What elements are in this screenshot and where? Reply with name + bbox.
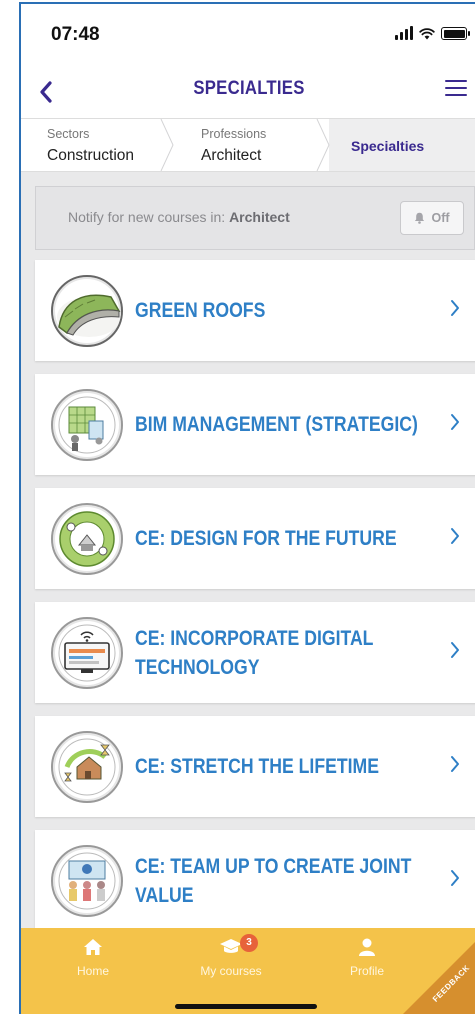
list-item-bim-management[interactable]: BIM MANAGEMENT (STRATEGIC) — [35, 374, 475, 475]
list-item-team-up-to-create-joint-value[interactable]: CE: TEAM UP TO CREATE JOINT VALUE — [35, 830, 475, 931]
breadcrumb-separator-icon — [160, 119, 174, 171]
specialty-title: CE: TEAM UP TO CREATE JOINT VALUE — [135, 855, 412, 907]
user-icon — [359, 938, 375, 956]
breadcrumb-caption: Professions — [201, 127, 267, 141]
nav-bar: SPECIALTIES — [21, 64, 475, 118]
bottom-tab-bar: Home 3 My courses Profile FEEDBACK — [21, 928, 475, 1014]
chevron-right-icon — [451, 528, 459, 544]
specialty-title: CE: INCORPORATE DIGITAL TECHNOLOGY — [135, 627, 374, 679]
page-title: SPECIALTIES — [193, 78, 305, 99]
home-icon — [84, 939, 102, 955]
bell-icon — [415, 212, 425, 224]
courses-count-badge: 3 — [240, 934, 258, 952]
specialty-title: GREEN ROOFS — [135, 299, 266, 322]
menu-button[interactable] — [445, 80, 467, 98]
status-icons — [395, 26, 470, 40]
breadcrumb-item-specialties[interactable]: Specialties — [329, 119, 475, 171]
phone-screen: 07:48 SPECIALTIES Sectors Construction P… — [19, 2, 475, 1014]
digital-monitor-illustration — [51, 617, 123, 689]
breadcrumb-caption: Sectors — [47, 127, 90, 141]
list-item-stretch-the-lifetime[interactable]: CE: STRETCH THE LIFETIME — [35, 716, 475, 817]
status-bar: 07:48 — [21, 4, 475, 64]
green-roof-illustration — [51, 275, 123, 347]
feedback-button[interactable]: FEEDBACK — [399, 938, 475, 1014]
tab-my-courses[interactable]: 3 My courses — [171, 934, 291, 978]
specialty-title: CE: DESIGN FOR THE FUTURE — [135, 527, 397, 550]
specialty-title: CE: STRETCH THE LIFETIME — [135, 755, 380, 778]
bim-illustration — [51, 389, 123, 461]
cellular-signal-icon — [395, 26, 413, 40]
breadcrumb-separator-icon — [316, 119, 330, 171]
chevron-right-icon — [451, 756, 459, 772]
home-indicator[interactable] — [175, 1004, 317, 1009]
list-item-incorporate-digital-technology[interactable]: CE: INCORPORATE DIGITAL TECHNOLOGY — [35, 602, 475, 703]
notify-toggle-button[interactable]: Off — [400, 201, 464, 235]
battery-icon — [441, 27, 470, 40]
list-item-design-for-the-future[interactable]: CE: DESIGN FOR THE FUTURE — [35, 488, 475, 589]
breadcrumb-label: Architect — [201, 147, 262, 164]
notify-text: Notify for new courses in: Architect — [68, 209, 290, 225]
breadcrumb-current-label: Specialties — [351, 138, 425, 154]
wifi-icon — [419, 28, 435, 40]
chevron-right-icon — [451, 300, 459, 316]
tab-my-courses-label: My courses — [200, 964, 262, 978]
breadcrumb: Sectors Construction Professions Archite… — [21, 118, 475, 172]
chevron-right-icon — [451, 414, 459, 430]
team-illustration — [51, 845, 123, 917]
specialty-title: BIM MANAGEMENT (STRATEGIC) — [135, 413, 418, 436]
tab-home-label: Home — [76, 964, 109, 978]
breadcrumb-item-professions[interactable]: Professions Architect — [173, 119, 330, 171]
breadcrumb-label: Construction — [47, 147, 135, 164]
notify-bar: Notify for new courses in: Architect Off — [35, 186, 475, 250]
notify-toggle-label: Off — [431, 211, 450, 225]
chevron-right-icon — [451, 642, 459, 658]
hamburger-menu-icon — [445, 80, 467, 96]
chevron-right-icon — [451, 870, 459, 886]
tab-home[interactable]: Home — [33, 938, 153, 978]
breadcrumb-item-sectors[interactable]: Sectors Construction — [21, 119, 174, 171]
hourglass-house-illustration — [51, 731, 123, 803]
notify-prefix: Notify for new courses in: — [68, 209, 230, 225]
notify-subject: Architect — [229, 209, 290, 225]
list-item-green-roofs[interactable]: GREEN ROOFS — [35, 260, 475, 361]
status-time: 07:48 — [51, 24, 100, 45]
circular-design-illustration — [51, 503, 123, 575]
